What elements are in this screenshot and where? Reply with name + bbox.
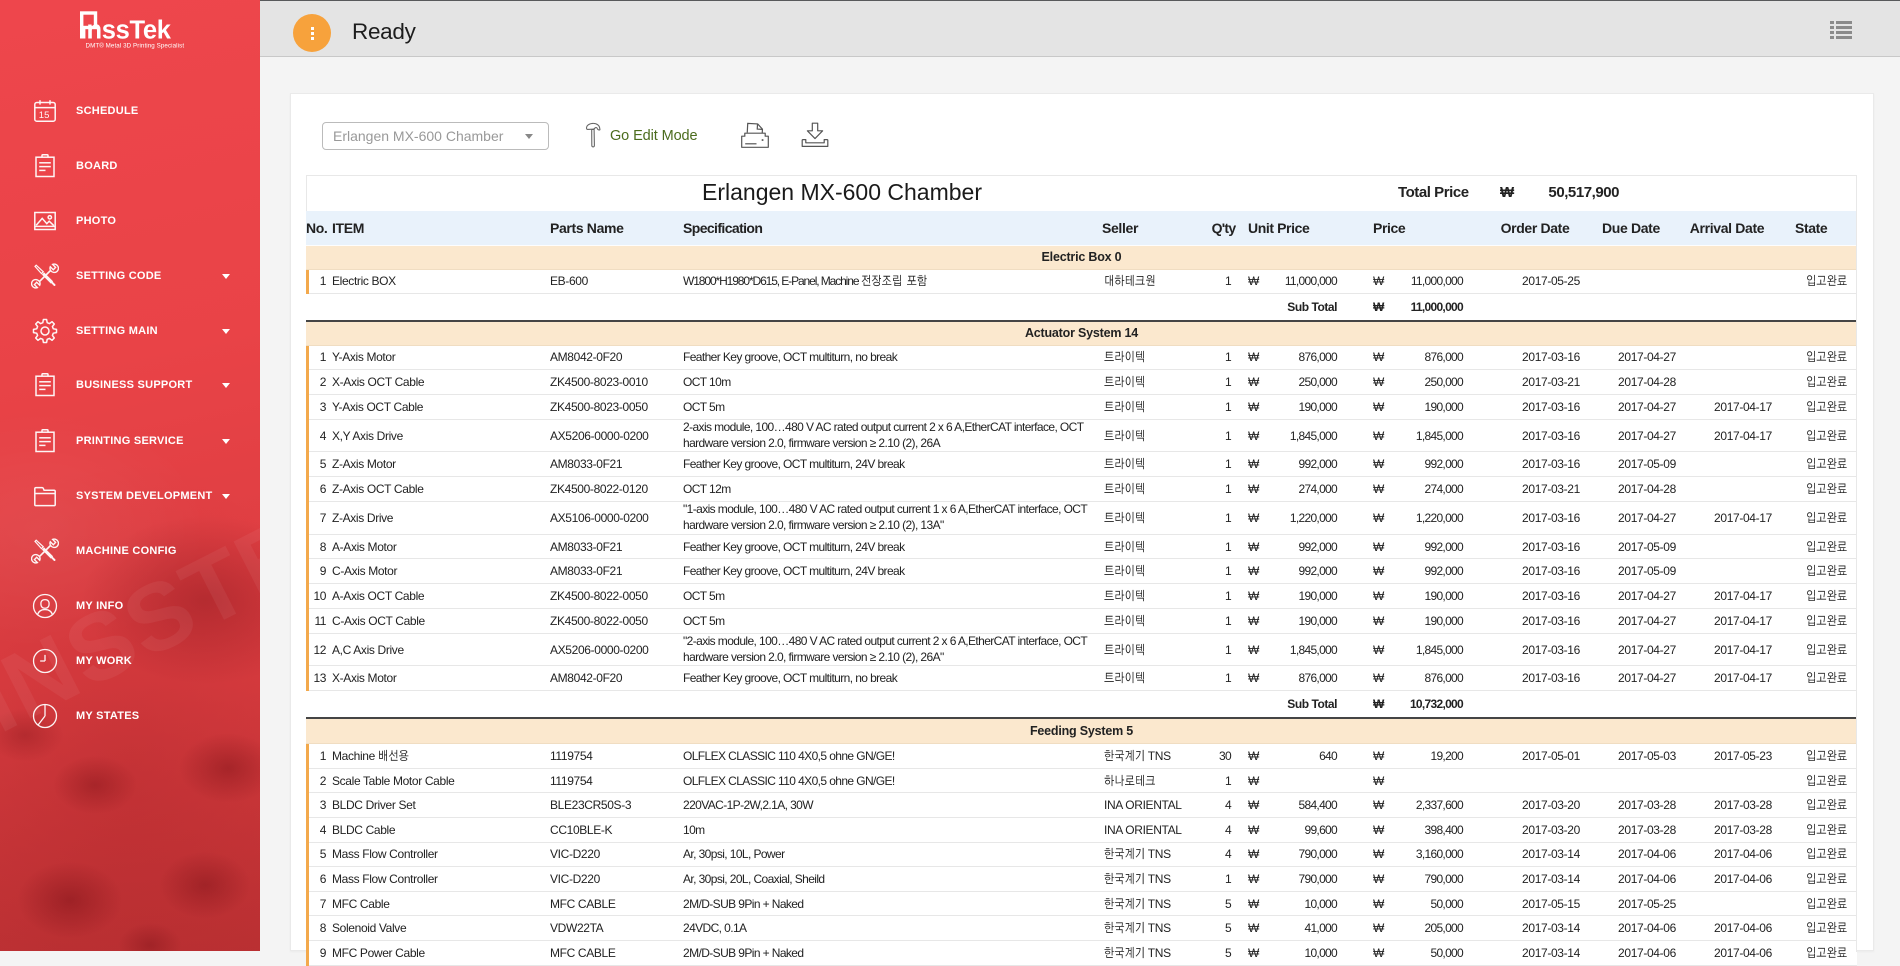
svg-text:nssTek: nssTek [87,17,172,45]
svg-text:DMT® Metal 3D Printing Special: DMT® Metal 3D Printing Specialist [86,42,185,49]
svg-text:15: 15 [39,110,50,121]
